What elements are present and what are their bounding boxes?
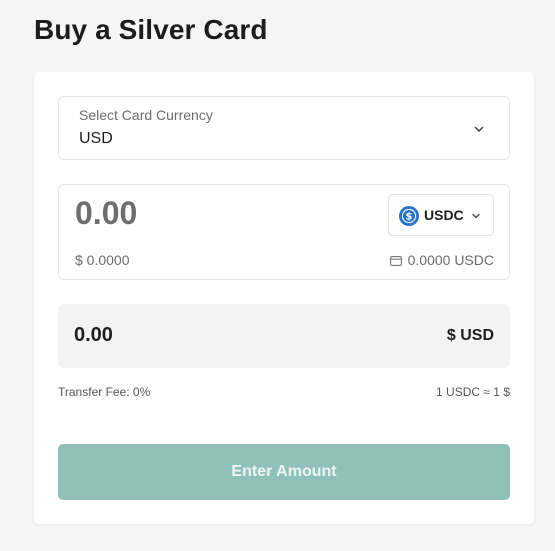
- usdc-coin-icon: $: [399, 206, 419, 226]
- card-currency-label: Select Card Currency: [79, 107, 213, 123]
- transfer-fee: Transfer Fee: 0%: [58, 385, 151, 399]
- exchange-rate: 1 USDC ≈ 1 $: [436, 385, 510, 399]
- buy-card-panel: Select Card Currency USD $ USDC $ 0.0000…: [34, 72, 534, 524]
- card-currency-select[interactable]: Select Card Currency USD: [58, 96, 510, 160]
- usd-equivalent: $ 0.0000: [75, 252, 130, 268]
- receive-amount: 0.00: [74, 324, 113, 346]
- enter-amount-button[interactable]: Enter Amount: [58, 444, 510, 500]
- token-symbol: USDC: [424, 207, 464, 223]
- wallet-balance: 0.0000 USDC: [389, 252, 494, 268]
- wallet-balance-text: 0.0000 USDC: [407, 252, 494, 268]
- page-title: Buy a Silver Card: [34, 14, 268, 45]
- amount-input[interactable]: [75, 195, 325, 231]
- receive-currency: $ USD: [446, 327, 494, 344]
- svg-text:$: $: [406, 212, 413, 223]
- chevron-down-icon: [474, 126, 484, 132]
- amount-panel: $ USDC $ 0.0000 0.0000 USDC: [58, 184, 510, 280]
- token-select-button[interactable]: $ USDC: [388, 194, 494, 236]
- chevron-down-icon: [472, 213, 480, 219]
- receive-panel: 0.00 $ USD: [58, 304, 510, 368]
- card-currency-value: USD: [79, 130, 113, 147]
- wallet-icon: [389, 256, 402, 266]
